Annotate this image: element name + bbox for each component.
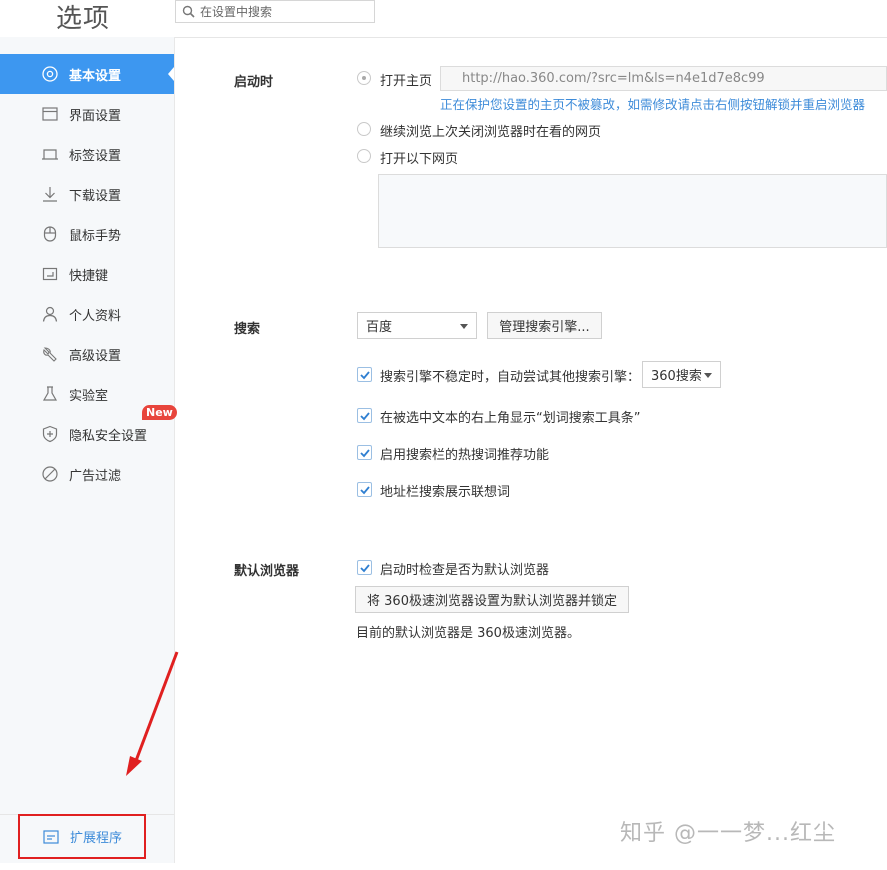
- sidebar-item-label: 快捷键: [69, 268, 109, 284]
- sidebar-item-profile[interactable]: 个人资料: [0, 294, 174, 334]
- checkbox-selection-toolbar[interactable]: [357, 408, 372, 423]
- sidebar-item-extensions[interactable]: 扩展程序: [18, 814, 146, 859]
- check-icon: [360, 486, 370, 495]
- check-icon: [360, 371, 370, 380]
- search-icon: [182, 5, 195, 18]
- options-page: 选项 在设置中搜索 基本设置 界面设置 标签设置 下载设置 鼠标手势 快捷键 个…: [0, 0, 887, 870]
- chevron-down-icon: [460, 324, 468, 329]
- sidebar-item-interface-settings[interactable]: 界面设置: [0, 94, 174, 134]
- hot-words-label: 启用搜索栏的热搜词推荐功能: [380, 448, 550, 463]
- radio-continue-browsing[interactable]: [357, 122, 371, 136]
- sidebar-item-advanced-settings[interactable]: 高级设置: [0, 334, 174, 374]
- radio-open-pages[interactable]: [357, 149, 371, 163]
- fallback-engine-select[interactable]: 360搜索: [642, 361, 721, 388]
- sidebar-item-label: 广告过滤: [69, 468, 122, 484]
- shield-icon: [40, 424, 60, 444]
- fallback-engine-value: 360搜索: [651, 369, 702, 384]
- sidebar-item-ad-filter[interactable]: 广告过滤: [0, 454, 174, 494]
- check-default-label: 启动时检查是否为默认浏览器: [380, 563, 550, 578]
- new-badge: New: [142, 405, 177, 420]
- sidebar-item-label: 个人资料: [69, 308, 122, 324]
- sidebar-item-label: 扩展程序: [70, 831, 123, 846]
- manage-search-engines-button[interactable]: 管理搜索引擎...: [487, 312, 602, 339]
- sidebar-item-label: 隐私安全设置: [69, 428, 148, 444]
- sidebar-item-label: 下载设置: [69, 188, 122, 204]
- sidebar-item-shortcuts[interactable]: 快捷键: [0, 254, 174, 294]
- settings-search-input[interactable]: 在设置中搜索: [175, 0, 375, 23]
- search-placeholder: 在设置中搜索: [200, 5, 273, 19]
- selection-toolbar-label: 在被选中文本的右上角显示“划词搜索工具条”: [380, 411, 641, 426]
- chevron-down-icon: [704, 373, 712, 378]
- sidebar-item-download-settings[interactable]: 下载设置: [0, 174, 174, 214]
- red-arrow-annotation: [126, 651, 179, 776]
- address-suggest-label: 地址栏搜索展示联想词: [380, 485, 511, 500]
- checkbox-address-suggest[interactable]: [357, 482, 372, 497]
- block-icon: [40, 464, 60, 484]
- sidebar-item-label: 标签设置: [69, 148, 122, 164]
- sidebar-item-label: 鼠标手势: [69, 228, 122, 244]
- download-icon: [40, 184, 60, 204]
- sidebar-item-label: 高级设置: [69, 348, 122, 364]
- continue-browsing-label: 继续浏览上次关闭浏览器时在看的网页: [380, 125, 602, 140]
- sidebar-item-label: 界面设置: [69, 108, 122, 124]
- mouse-icon: [40, 224, 60, 244]
- user-icon: [40, 304, 60, 324]
- tab-icon: [40, 144, 60, 164]
- sidebar-item-mouse-gestures[interactable]: 鼠标手势: [0, 214, 174, 254]
- check-icon: [360, 564, 370, 573]
- set-default-browser-button[interactable]: 将 360极速浏览器设置为默认浏览器并锁定: [355, 586, 629, 613]
- check-icon: [360, 449, 370, 458]
- sidebar-item-privacy-security[interactable]: 隐私安全设置: [0, 414, 174, 454]
- sidebar-item-basic-settings[interactable]: 基本设置: [0, 54, 174, 94]
- keyboard-icon: [40, 264, 60, 284]
- search-engine-value: 百度: [366, 320, 393, 335]
- homepage-url-field[interactable]: http://hao.360.com/?src=lm&ls=n4e1d7e8c9…: [440, 66, 887, 91]
- homepage-protect-note: 正在保护您设置的主页不被篡改，如需修改请点击右侧按钮解锁并重启浏览器: [440, 97, 866, 112]
- default-browser-section-label: 默认浏览器: [234, 564, 300, 579]
- gear-icon: [40, 64, 60, 84]
- extension-icon: [43, 829, 59, 844]
- open-pages-label: 打开以下网页: [380, 152, 459, 167]
- search-engine-select[interactable]: 百度: [357, 312, 477, 339]
- sidebar-item-label: 基本设置: [69, 68, 122, 84]
- checkbox-search-fallback[interactable]: [357, 367, 372, 382]
- default-browser-status: 目前的默认浏览器是 360极速浏览器。: [356, 626, 580, 641]
- check-icon: [360, 412, 370, 421]
- sidebar-item-label: 实验室: [69, 388, 109, 404]
- watermark: 知乎 @一一梦...红尘: [620, 821, 836, 846]
- page-title: 选项: [56, 4, 111, 34]
- startup-section-label: 启动时: [234, 75, 274, 90]
- header-divider: [175, 37, 887, 38]
- search-section-label: 搜索: [234, 322, 261, 337]
- wrench-icon: [40, 344, 60, 364]
- window-icon: [40, 104, 60, 124]
- sidebar-item-tab-settings[interactable]: 标签设置: [0, 134, 174, 174]
- startup-pages-list[interactable]: [378, 174, 887, 248]
- open-homepage-label: 打开主页: [380, 74, 433, 89]
- checkbox-hot-words[interactable]: [357, 445, 372, 460]
- radio-open-homepage[interactable]: [357, 71, 371, 85]
- flask-icon: [40, 384, 60, 404]
- search-fallback-label: 搜索引擎不稳定时，自动尝试其他搜索引擎：: [380, 370, 641, 385]
- checkbox-check-default[interactable]: [357, 560, 372, 575]
